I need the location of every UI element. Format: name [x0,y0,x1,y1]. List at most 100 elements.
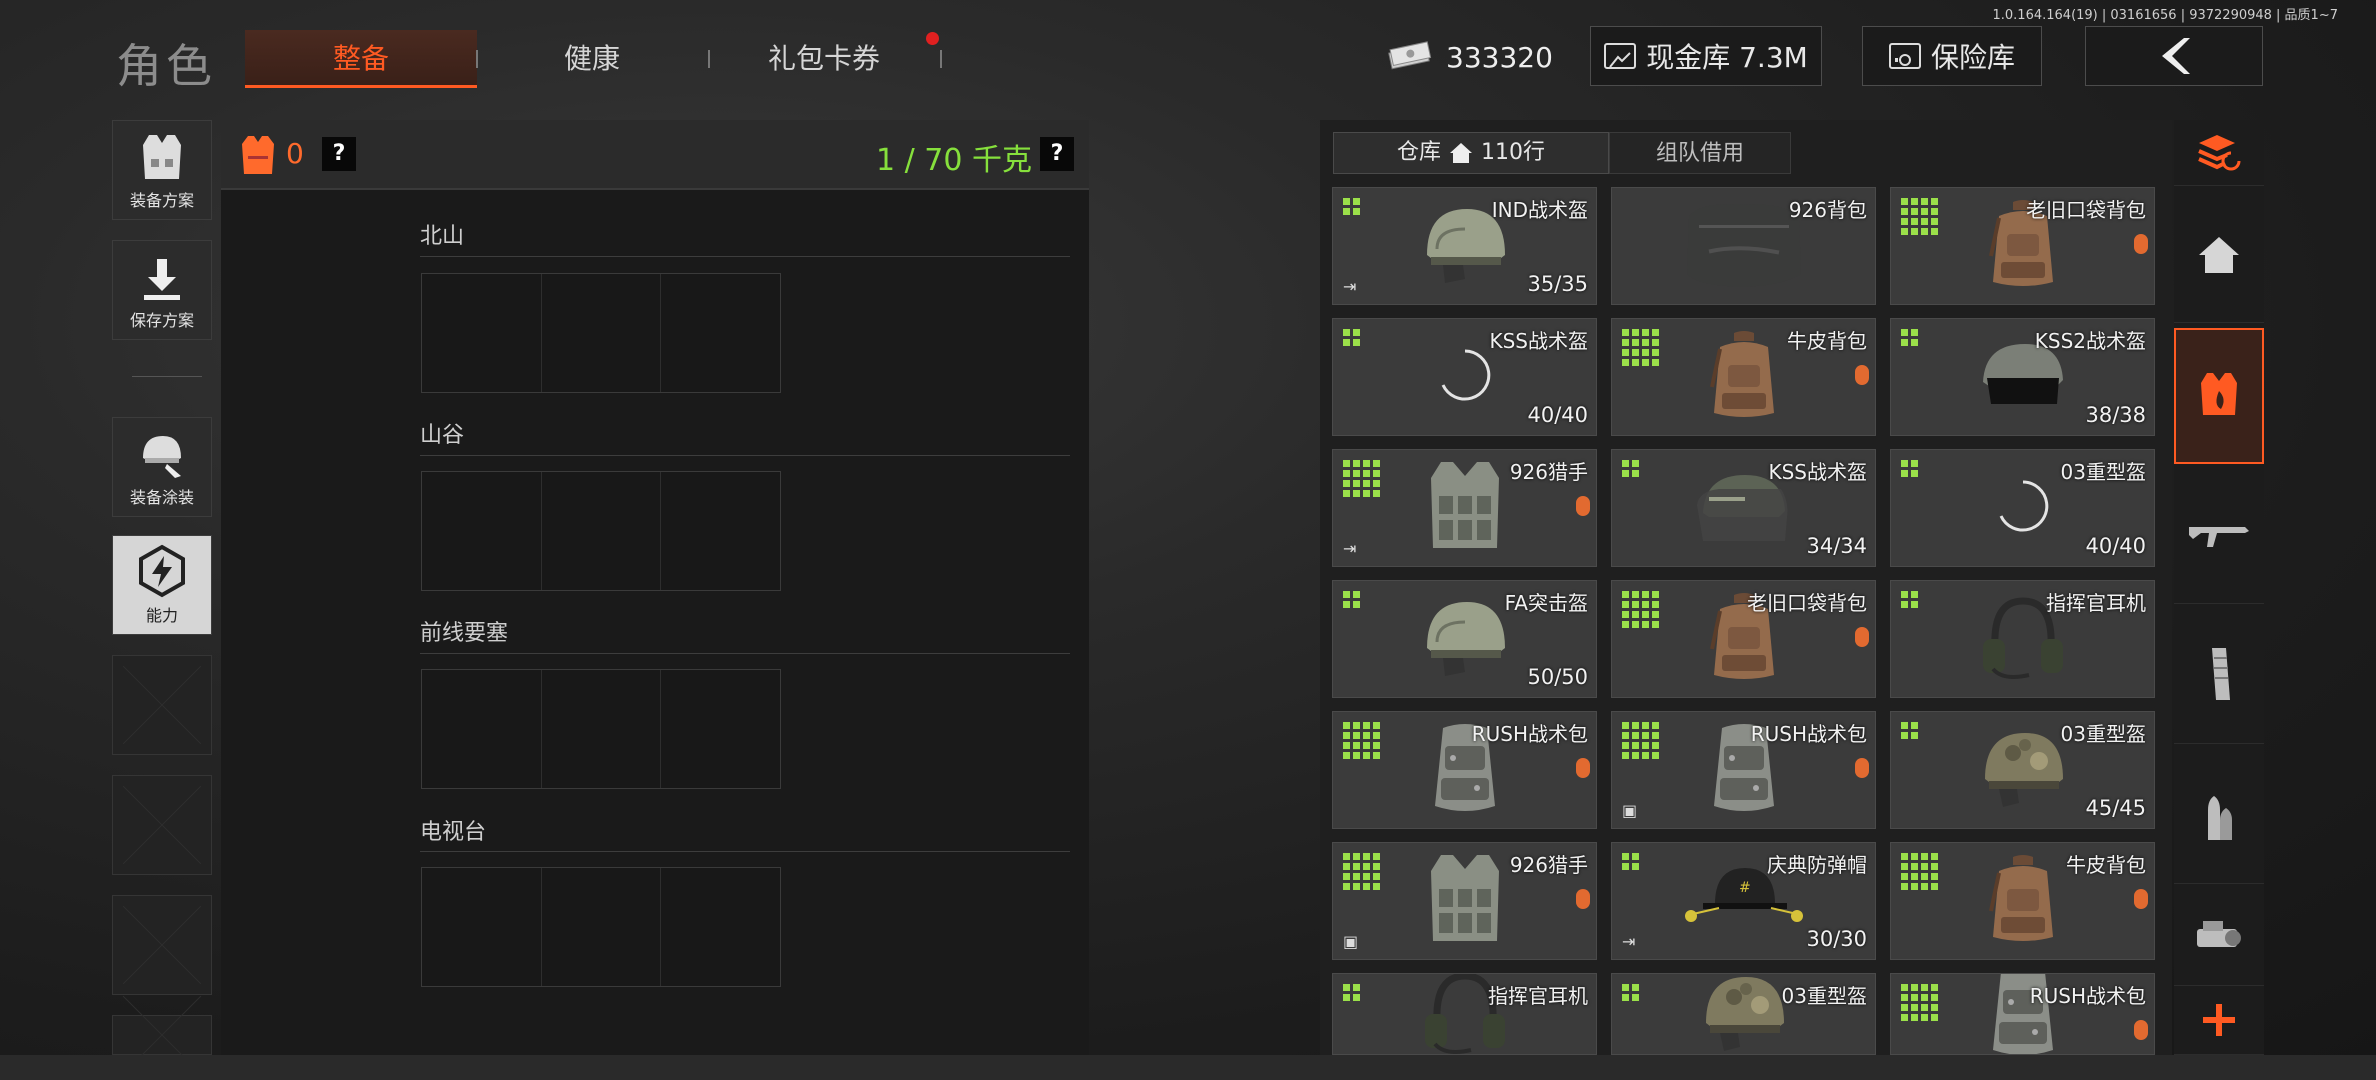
back-button[interactable] [2085,26,2263,86]
item-durability: 40/40 [2085,534,2146,558]
bookmark-tag-icon [1576,496,1590,516]
map-title-valley: 山谷 [420,423,465,448]
exit-icon: ⇥ [1343,539,1357,558]
page-title: 角色 [116,39,216,93]
exit-icon: ⇥ [1622,932,1636,951]
category-vest-fire[interactable] [2174,328,2264,464]
inventory-item[interactable]: KSS战术盔 34/34 [1611,449,1876,567]
inventory-item[interactable]: RUSH战术包 ▣ [1611,711,1876,829]
map-title-beishan: 北山 [420,224,465,249]
tab-team-borrow[interactable]: 组队借用 [1609,132,1791,174]
category-layers-refresh[interactable] [2174,120,2264,186]
notification-dot [926,32,939,45]
category-magazine[interactable] [2174,608,2264,744]
tab-gift-coupons[interactable]: 礼包卡券 [724,30,924,88]
tab-divider [940,50,942,68]
magazine-icon [2204,646,2234,706]
ability-hex-icon [139,544,185,598]
item-name: 03重型盔 [1781,984,1867,1008]
inventory-item[interactable]: 03重型盔 [1611,973,1876,1055]
inventory-item[interactable]: FA突击盔 50/50 [1332,580,1597,698]
map-slot-valley[interactable] [421,471,781,591]
inventory-item[interactable]: 老旧口袋背包 [1890,187,2155,305]
inventory-item[interactable]: 926背包 [1611,187,1876,305]
map-slot-tv-station[interactable] [421,867,781,987]
item-size-grid-icon [1622,984,1639,1001]
item-size-grid-icon [1901,984,1938,1021]
item-name: RUSH战术包 [1471,722,1588,746]
item-size-grid-icon [1343,198,1360,215]
item-size-grid-icon [1901,329,1918,346]
inventory-item[interactable]: 老旧口袋背包 [1611,580,1876,698]
empty-slot [112,1015,212,1055]
inventory-item[interactable]: 926猎手 ▣ [1332,842,1597,960]
safe-vault-button[interactable]: 保险库 [1862,26,2042,86]
item-name: RUSH战术包 [1750,722,1867,746]
inventory-item[interactable]: IND战术盔 35/35 ⇥ [1332,187,1597,305]
bookmark-tag-icon [1855,758,1869,778]
inventory-item[interactable]: RUSH战术包 [1332,711,1597,829]
inventory-item[interactable]: 926猎手 ⇥ [1332,449,1597,567]
equipment-paint-button[interactable]: 装备涂装 [112,417,212,517]
tab-loadout[interactable]: 整备 [245,30,477,88]
tab-health[interactable]: 健康 [492,30,692,88]
map-title-fortress: 前线要塞 [420,621,509,646]
item-name: 指挥官耳机 [2046,591,2146,615]
weight-help-button[interactable]: ? [1040,137,1074,171]
category-scope[interactable] [2174,888,2264,986]
category-rifle[interactable] [2174,468,2264,604]
loadout-plan-button[interactable]: 装备方案 [112,120,212,220]
inventory-item[interactable]: 指挥官耳机 [1890,580,2155,698]
money-value: 333320 [1446,40,1553,74]
item-size-grid-icon [1901,853,1938,890]
bookmark-tag-icon [1855,627,1869,647]
item-name: KSS2战术盔 [2034,329,2146,353]
category-home[interactable] [2174,191,2264,323]
inventory-item[interactable]: 指挥官耳机 [1332,973,1597,1055]
item-name: 老旧口袋背包 [1747,591,1867,615]
item-name: 03重型盔 [2060,460,2146,484]
inventory-item[interactable]: 牛皮背包 [1890,842,2155,960]
category-plus[interactable] [2174,990,2264,1055]
inventory-item[interactable]: 牛皮背包 [1611,318,1876,436]
help-button[interactable]: ? [322,137,356,171]
item-name: 926背包 [1788,198,1867,222]
item-durability: 34/34 [1806,534,1867,558]
tab-warehouse-label: 仓库 [1396,140,1441,165]
inventory-item[interactable]: # 庆典防弹帽 30/30 ⇥ [1611,842,1876,960]
item-durability: 40/40 [1527,403,1588,427]
map-slot-beishan[interactable] [421,273,781,393]
map-slot-fortress[interactable] [421,669,781,789]
cash-vault-button[interactable]: 现金库 7.3M [1590,26,1822,86]
inventory-item[interactable]: 03重型盔 40/40 [1890,449,2155,567]
item-size-grid-icon [1901,460,1918,477]
item-durability: 45/45 [2085,796,2146,820]
empty-slot [112,655,212,755]
sidebar-item-label: 装备方案 [129,191,194,210]
weight-display: 1 / 70 千克 [876,143,1032,178]
money-display: 333320 [1386,30,1553,84]
inventory-item[interactable]: 03重型盔 45/45 [1890,711,2155,829]
item-durability: 50/50 [1527,665,1588,689]
tab-warehouse[interactable]: 仓库 110行 [1333,132,1609,174]
box-icon: ▣ [1622,801,1638,820]
ability-button[interactable]: 能力 [112,535,212,635]
save-plan-button[interactable]: 保存方案 [112,240,212,340]
plus-icon [2201,1002,2237,1042]
inventory-item[interactable]: KSS2战术盔 38/38 [1890,318,2155,436]
category-bullet[interactable] [2174,748,2264,884]
item-size-grid-icon [1622,329,1659,366]
divider [132,376,202,377]
home-icon [2197,235,2241,279]
inventory-item[interactable]: RUSH战术包 [1890,973,2155,1055]
home-icon [1450,143,1472,163]
sidebar-item-label: 保存方案 [129,311,194,330]
item-name: 03重型盔 [2060,722,2146,746]
vault-icon [1604,43,1637,69]
vest-icon [143,135,181,179]
item-size-grid-icon [1343,329,1360,346]
item-name: 牛皮背包 [1787,329,1867,353]
inventory-item[interactable]: KSS战术盔 40/40 [1332,318,1597,436]
loading-spinner-icon [1435,345,1495,409]
cash-icon [1388,41,1432,70]
